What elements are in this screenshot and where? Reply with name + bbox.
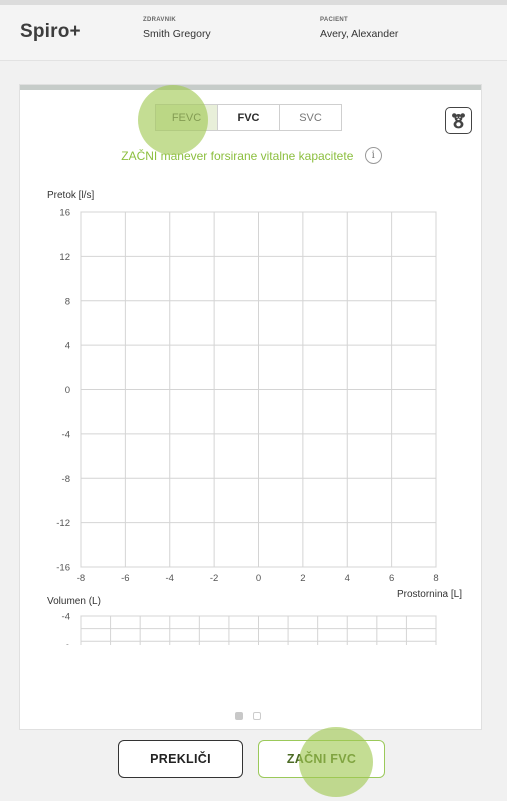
chart-1-xlabel: Prostornina [L]	[397, 589, 462, 600]
chart-1-ytick: 8	[65, 296, 70, 307]
page-indicator	[235, 712, 261, 720]
chart-1-ytick: -8	[62, 474, 70, 485]
doctor-label: ZDRAVNIK	[143, 17, 176, 23]
chart-2-ytick: -4	[62, 612, 70, 623]
charts: -8 -6 -4 -2 0 2 4 6 8 16 12 8 4 0 -4 -8 -12 -16 Pretok [l/…	[47, 190, 462, 645]
page-dot-2[interactable]	[253, 712, 261, 720]
chart-1-xtick: -8	[77, 573, 85, 584]
chart-1-xtick: -6	[121, 573, 129, 584]
chart-1-ytick: 4	[65, 341, 70, 352]
test-card: FEVC FVC SVC ZAČNI manever forsirane vit…	[19, 84, 482, 730]
app-title: Spiro+	[20, 21, 81, 42]
chart-2-ytick: 0	[65, 643, 70, 645]
chart-1-ytick: -4	[62, 429, 70, 440]
patient-label: PACIENT	[320, 17, 348, 23]
patient-name: Avery, Alexander	[320, 28, 399, 40]
chart-1-xtick: 6	[389, 573, 394, 584]
chart-1-xtick: -4	[166, 573, 174, 584]
chart-1-xtick: 8	[433, 573, 438, 584]
chart-1-ylabel: Pretok [l/s]	[47, 190, 94, 201]
page-dot-1[interactable]	[235, 712, 243, 720]
header: Spiro+ ZDRAVNIK Smith Gregory PACIENT Av…	[0, 5, 507, 61]
chart-1-ytick: -12	[56, 518, 70, 529]
start-fvc-button[interactable]: ZAČNI FVC	[258, 740, 385, 778]
chart-1-xtick: 0	[256, 573, 261, 584]
chart-1-xtick: -2	[210, 573, 218, 584]
tab-fevc[interactable]: FEVC	[155, 104, 218, 131]
chart-1-ytick: 0	[65, 385, 70, 396]
chart-2-ylabel: Volumen (L)	[47, 596, 101, 607]
chart-1-ytick: 16	[59, 208, 70, 219]
chart-1-ytick: -16	[56, 563, 70, 574]
chart-1-xtick: 4	[345, 573, 350, 584]
chart-1-ytick: 12	[59, 252, 70, 263]
doctor-name: Smith Gregory	[143, 28, 211, 40]
cancel-button[interactable]: PREKLIČI	[118, 740, 243, 778]
chart-1-xtick: 2	[300, 573, 305, 584]
